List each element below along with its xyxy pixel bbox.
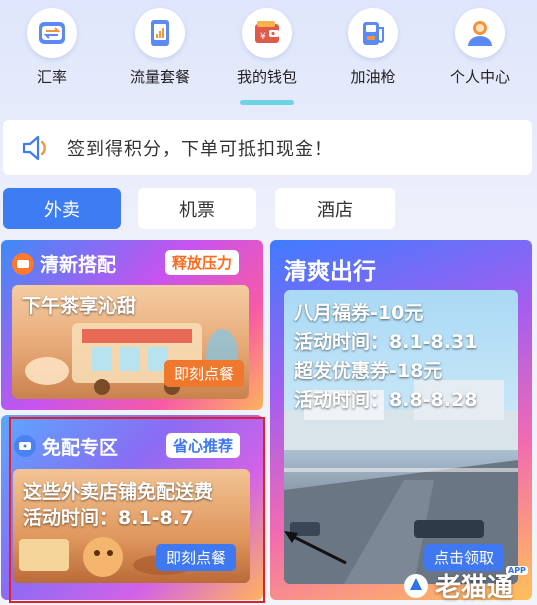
- tab-hotel[interactable]: 酒店: [275, 188, 395, 229]
- free-delivery-card[interactable]: 免配专区 省心推荐 这些外卖店铺免配送费 活动时间：8.1-8.7 即刻点餐: [1, 415, 263, 600]
- nav-label-profile: 个人中心: [449, 68, 510, 86]
- profile-icon: [455, 8, 505, 58]
- exchange-icon: [27, 8, 77, 58]
- top-nav: 汇率 流量套餐 ¥ 我的钱包 加油枪 个人中心: [0, 0, 537, 112]
- fuel-pump-icon: [348, 8, 398, 58]
- nav-label-exchange-rate: 汇率: [36, 68, 67, 86]
- travel-line3: 超发优惠券-18元: [294, 360, 443, 382]
- travel-line1: 八月福券-10元: [294, 302, 424, 324]
- nav-item-exchange-rate[interactable]: 汇率: [2, 8, 102, 87]
- svg-text:¥: ¥: [260, 32, 266, 42]
- nav-label-fuel-pump: 加油枪: [350, 68, 396, 86]
- ticket-icon: [12, 253, 34, 275]
- fresh-card-title: 清新搭配: [40, 254, 117, 276]
- travel-line4: 活动时间：8.8-8.28: [294, 389, 478, 411]
- speaker-icon: [17, 130, 53, 166]
- free-delivery-order-button[interactable]: 即刻点餐: [156, 544, 237, 571]
- data-plan-icon: [135, 8, 185, 58]
- fresh-combo-card[interactable]: 清新搭配 释放压力 下午茶享沁甜 即刻点餐: [1, 240, 263, 410]
- watermark-app-badge: APP: [506, 566, 528, 575]
- wallet-icon: ¥: [242, 8, 292, 58]
- fresh-card-subtitle: 下午茶享沁甜: [22, 295, 137, 317]
- tab-flights[interactable]: 机票: [138, 188, 256, 229]
- nav-label-data-plan: 流量套餐: [129, 68, 190, 86]
- fresh-card-badge: 释放压力: [165, 250, 240, 275]
- active-tab-indicator: [240, 100, 294, 105]
- watermark-logo: 老猫通 APP: [402, 566, 528, 604]
- notice-text: 签到得积分，下单可抵扣现金！: [67, 138, 333, 160]
- watermark-icon: [404, 573, 428, 598]
- fresh-order-button[interactable]: 即刻点餐: [164, 360, 245, 387]
- annotation-arrow-icon: [284, 531, 347, 565]
- nav-item-wallet[interactable]: ¥ 我的钱包: [217, 8, 317, 87]
- coupon-icon: [14, 435, 36, 457]
- free-delivery-title: 免配专区: [42, 437, 119, 459]
- tab-takeout[interactable]: 外卖: [3, 188, 121, 229]
- free-delivery-line2: 活动时间：8.1-8.7: [23, 507, 194, 529]
- free-delivery-image: 这些外卖店铺免配送费 活动时间：8.1-8.7 即刻点餐: [13, 469, 250, 583]
- nav-item-data-plan[interactable]: 流量套餐: [110, 8, 210, 87]
- afternoon-tea-image: 下午茶享沁甜 即刻点餐: [12, 285, 249, 399]
- nav-item-profile[interactable]: 个人中心: [430, 8, 530, 87]
- nav-item-fuel-pump[interactable]: 加油枪: [323, 8, 423, 87]
- free-delivery-badge: 省心推荐: [166, 433, 241, 458]
- notice-bar[interactable]: 签到得积分，下单可抵扣现金！: [3, 120, 532, 175]
- free-delivery-line1: 这些外卖店铺免配送费: [23, 481, 214, 503]
- watermark-text: 老猫通: [435, 573, 514, 603]
- travel-line2: 活动时间：8.1-8.31: [294, 331, 478, 353]
- travel-card-title: 清爽出行: [284, 259, 376, 285]
- nav-label-wallet: 我的钱包: [236, 68, 297, 86]
